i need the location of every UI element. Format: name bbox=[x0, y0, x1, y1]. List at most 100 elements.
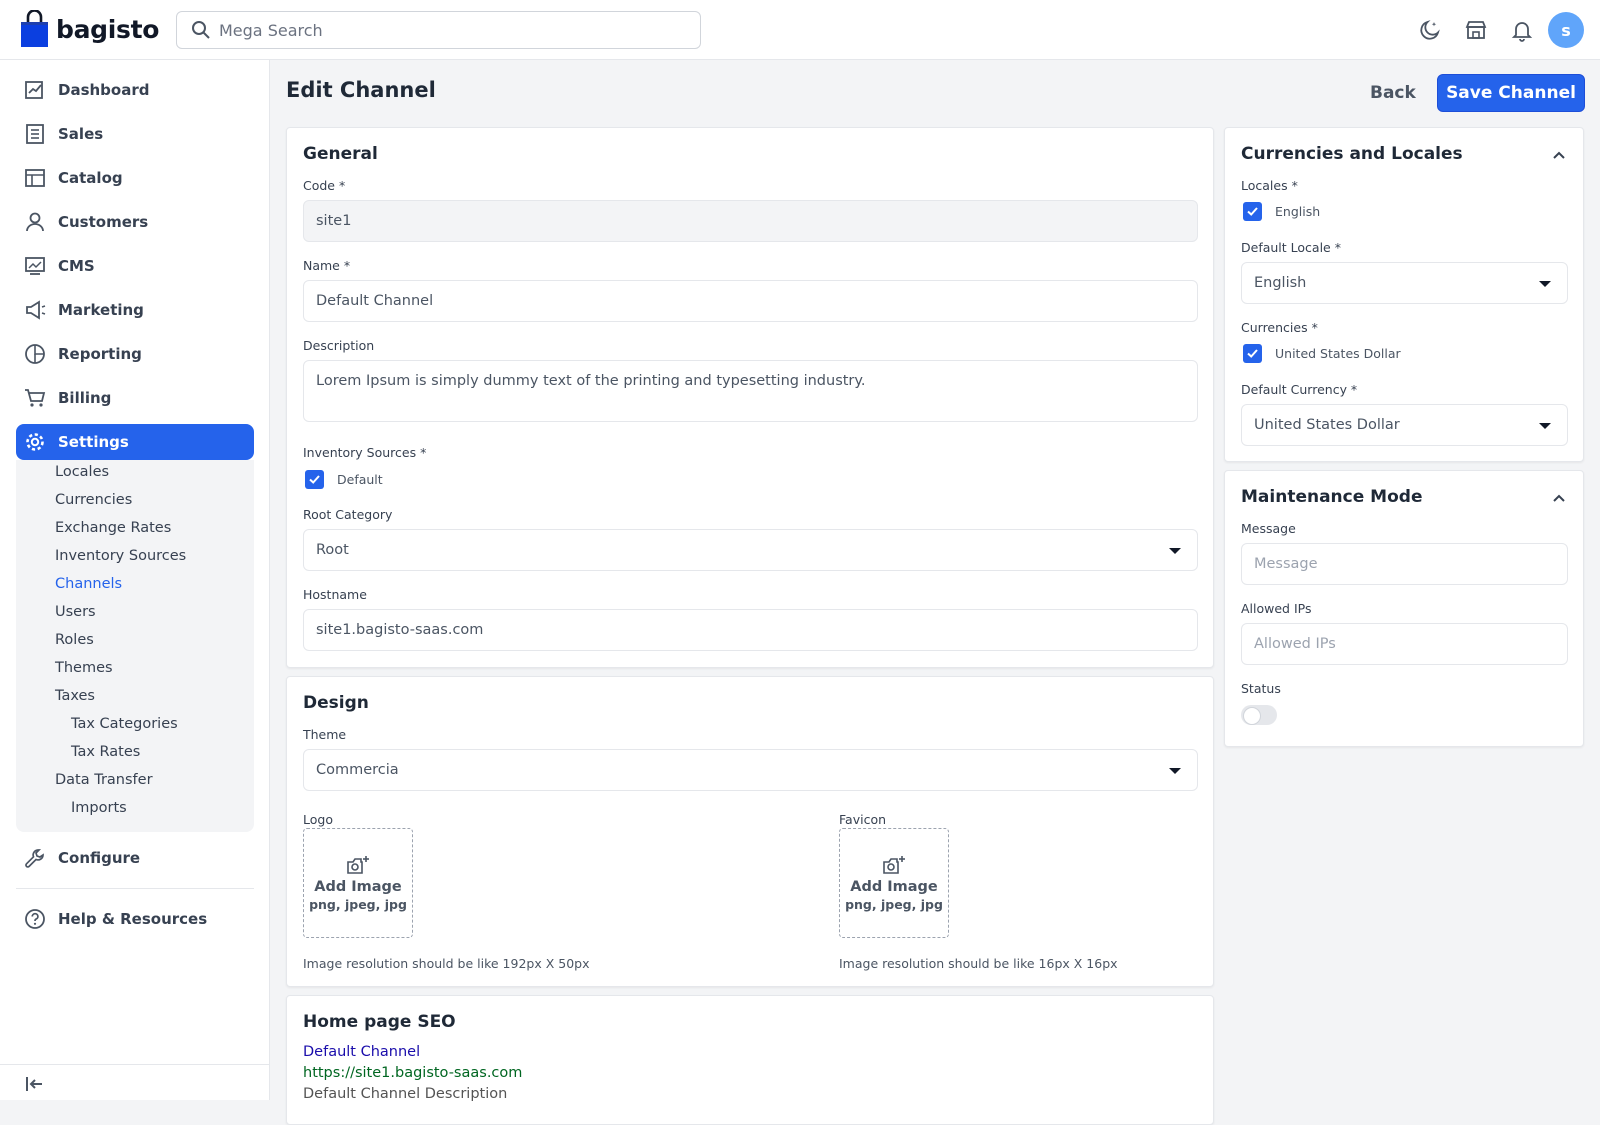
logo-upload[interactable]: Add Image png, jpeg, jpg bbox=[303, 828, 413, 938]
marketing-icon bbox=[26, 300, 46, 320]
favicon-upload[interactable]: Add Image png, jpeg, jpg bbox=[839, 828, 949, 938]
image-formats: png, jpeg, jpg bbox=[309, 897, 407, 912]
sidebar-item-label: Configure bbox=[58, 849, 141, 867]
theme-select[interactable]: Commercia bbox=[303, 749, 1198, 791]
sidebar-item-sales[interactable]: Sales bbox=[16, 116, 254, 152]
submenu-item-imports[interactable]: Imports bbox=[71, 800, 127, 816]
submenu-item-locales[interactable]: Locales bbox=[55, 464, 109, 480]
code-field[interactable]: site1 bbox=[303, 200, 1198, 242]
sidebar-item-marketing[interactable]: Marketing bbox=[16, 292, 254, 328]
inventory-default-checkbox[interactable] bbox=[305, 470, 324, 489]
submenu-item-tax-categories[interactable]: Tax Categories bbox=[71, 716, 178, 732]
sidebar-item-label: Catalog bbox=[58, 169, 123, 187]
sidebar-item-label: Help & Resources bbox=[58, 910, 208, 928]
seo-card: Home page SEO Default Channel https://si… bbox=[286, 995, 1214, 1125]
sidebar-item-label: Billing bbox=[58, 389, 112, 407]
general-card: General Code * site1 Name * Default Chan… bbox=[286, 127, 1214, 668]
default-locale-select[interactable]: English bbox=[1241, 262, 1568, 304]
sidebar-item-label: Dashboard bbox=[58, 81, 150, 99]
name-field[interactable]: Default Channel bbox=[303, 280, 1198, 322]
submenu-item-tax-rates[interactable]: Tax Rates bbox=[71, 744, 140, 760]
sidebar-footer-divider bbox=[0, 1064, 270, 1065]
hostname-label: Hostname bbox=[303, 587, 367, 602]
logo-label: Logo bbox=[303, 812, 333, 827]
hostname-field[interactable]: site1.bagisto-saas.com bbox=[303, 609, 1198, 651]
wrench-icon bbox=[25, 849, 44, 868]
sidebar-item-dashboard[interactable]: Dashboard bbox=[16, 72, 254, 108]
description-field[interactable]: Lorem Ipsum is simply dummy text of the … bbox=[303, 360, 1198, 422]
submenu-item-currencies[interactable]: Currencies bbox=[55, 492, 132, 508]
maintenance-card: Maintenance Mode Message Message Allowed… bbox=[1224, 470, 1584, 747]
add-photo-icon bbox=[883, 856, 905, 874]
submenu-item-themes[interactable]: Themes bbox=[55, 660, 113, 676]
check-icon bbox=[309, 475, 320, 484]
inventory-default-label: Default bbox=[337, 472, 383, 487]
submenu-item-exchange-rates[interactable]: Exchange Rates bbox=[55, 520, 171, 536]
submenu-item-roles[interactable]: Roles bbox=[55, 632, 94, 648]
sidebar-item-label: Sales bbox=[58, 125, 104, 143]
allowed-ips-label: Allowed IPs bbox=[1241, 601, 1312, 616]
locales-label: Locales * bbox=[1241, 178, 1298, 193]
sidebar-item-reporting[interactable]: Reporting bbox=[16, 336, 254, 372]
help-icon bbox=[25, 909, 45, 929]
currency-usd-checkbox[interactable] bbox=[1243, 344, 1262, 363]
search-input[interactable] bbox=[219, 20, 679, 40]
add-photo-icon bbox=[347, 856, 369, 874]
chevron-up-icon[interactable] bbox=[1552, 148, 1566, 162]
sidebar-item-label: Customers bbox=[58, 213, 149, 231]
submenu-item-taxes[interactable]: Taxes bbox=[55, 688, 95, 704]
status-toggle[interactable] bbox=[1241, 705, 1277, 725]
submenu-item-inventory-sources[interactable]: Inventory Sources bbox=[55, 548, 186, 564]
sidebar-item-configure[interactable]: Configure bbox=[16, 840, 254, 876]
notification-bell-icon[interactable] bbox=[1510, 18, 1534, 42]
locale-english-checkbox[interactable] bbox=[1243, 202, 1262, 221]
search-icon bbox=[192, 21, 210, 39]
user-avatar[interactable]: s bbox=[1548, 12, 1584, 48]
default-locale-label: Default Locale * bbox=[1241, 240, 1341, 255]
shopping-bag-icon bbox=[20, 9, 49, 48]
catalog-icon bbox=[25, 169, 45, 187]
favicon-hint: Image resolution should be like 16px X 1… bbox=[839, 956, 1118, 971]
seo-preview-title: Default Channel bbox=[303, 1044, 421, 1060]
save-channel-button[interactable]: Save Channel bbox=[1437, 74, 1585, 112]
currencies-label: Currencies * bbox=[1241, 320, 1318, 335]
theme-label: Theme bbox=[303, 727, 347, 742]
allowed-ips-field[interactable]: Allowed IPs bbox=[1241, 623, 1568, 665]
submenu-item-channels[interactable]: Channels bbox=[55, 576, 122, 592]
code-label: Code * bbox=[303, 178, 346, 193]
storefront-icon[interactable] bbox=[1464, 18, 1488, 42]
chevron-down-icon bbox=[1539, 281, 1551, 287]
message-field[interactable]: Message bbox=[1241, 543, 1568, 585]
brand-logo[interactable]: bagisto bbox=[20, 9, 159, 48]
sidebar-item-customers[interactable]: Customers bbox=[16, 204, 254, 240]
sidebar-item-help[interactable]: Help & Resources bbox=[16, 901, 254, 937]
currencies-locales-card: Currencies and Locales Locales * English… bbox=[1224, 127, 1584, 462]
collapse-sidebar-icon[interactable] bbox=[24, 1074, 44, 1098]
chevron-up-icon[interactable] bbox=[1552, 491, 1566, 505]
mega-search[interactable] bbox=[176, 11, 701, 49]
root-category-select[interactable]: Root bbox=[303, 529, 1198, 571]
sidebar-item-cms[interactable]: CMS bbox=[16, 248, 254, 284]
seo-title: Home page SEO bbox=[303, 1012, 456, 1032]
root-category-value: Root bbox=[316, 542, 349, 558]
page-title: Edit Channel bbox=[286, 78, 436, 102]
description-label: Description bbox=[303, 338, 375, 353]
chevron-down-icon bbox=[1169, 548, 1181, 554]
cms-icon bbox=[25, 257, 45, 275]
default-currency-select[interactable]: United States Dollar bbox=[1241, 404, 1568, 446]
settings-icon bbox=[26, 433, 44, 451]
sidebar-item-catalog[interactable]: Catalog bbox=[16, 160, 254, 196]
locale-english-label: English bbox=[1275, 204, 1321, 219]
default-currency-value: United States Dollar bbox=[1254, 417, 1400, 433]
submenu-item-users[interactable]: Users bbox=[55, 604, 96, 620]
theme-toggle-icon[interactable] bbox=[1418, 18, 1442, 42]
submenu-item-data-transfer[interactable]: Data Transfer bbox=[55, 772, 153, 788]
sidebar-item-billing[interactable]: Billing bbox=[16, 380, 254, 416]
sidebar-divider bbox=[16, 888, 254, 889]
sidebar-item-settings[interactable]: Settings bbox=[16, 424, 254, 460]
back-button[interactable]: Back bbox=[1370, 83, 1416, 103]
sales-icon bbox=[26, 124, 44, 144]
dashboard-icon bbox=[25, 81, 43, 99]
currency-usd-label: United States Dollar bbox=[1275, 346, 1401, 361]
message-label: Message bbox=[1241, 521, 1296, 536]
